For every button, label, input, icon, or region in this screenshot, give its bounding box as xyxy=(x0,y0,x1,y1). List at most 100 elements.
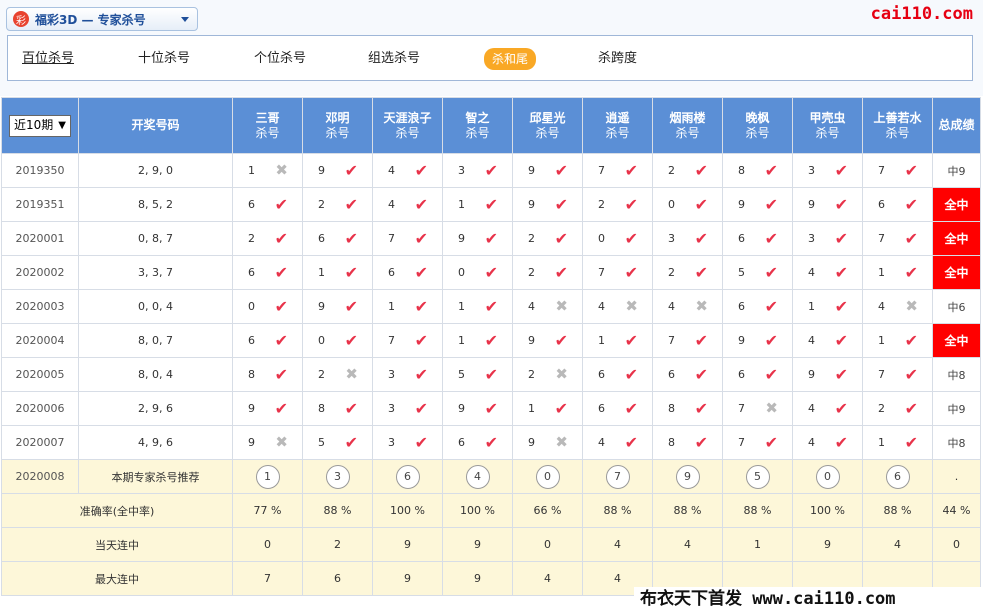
lottery-type-dropdown[interactable]: 彩 福彩3D — 专家杀号 xyxy=(6,7,198,31)
pick-cell: 9 ✔ xyxy=(722,187,793,222)
issue-cell: 2019351 xyxy=(1,187,79,222)
expert-header[interactable]: 上善若水 杀号 xyxy=(862,97,933,154)
winning-number-cell: 8, 5, 2 xyxy=(78,187,233,222)
recommend-cell: 5 xyxy=(722,459,793,494)
pick-cell: 8 ✔ xyxy=(232,357,303,392)
chevron-down-icon xyxy=(181,17,189,22)
tab-tens[interactable]: 十位杀号 xyxy=(138,49,190,69)
recommend-cell: 7 xyxy=(582,459,653,494)
check-icon: ✔ xyxy=(554,161,568,180)
check-icon: ✔ xyxy=(904,161,918,180)
stats-label: 准确率(全中率) xyxy=(1,493,233,528)
expert-sub: 杀号 xyxy=(535,125,560,140)
pick-cell: 2 ✔ xyxy=(862,391,933,426)
pick-cell: 9 ✔ xyxy=(512,153,583,188)
pick-number: 2 xyxy=(318,198,325,211)
expert-header[interactable]: 逍遥 杀号 xyxy=(582,97,653,154)
check-icon: ✔ xyxy=(904,229,918,248)
expert-sub: 杀号 xyxy=(465,125,490,140)
pick-number: 4 xyxy=(808,334,815,347)
pick-number: 6 xyxy=(248,198,255,211)
expert-header[interactable]: 邓明 杀号 xyxy=(302,97,373,154)
tab-hundreds[interactable]: 百位杀号 xyxy=(22,49,74,69)
check-icon: ✔ xyxy=(344,297,358,316)
period-select[interactable]: 近10期 ▼ xyxy=(9,114,71,137)
stats-value: 77 % xyxy=(232,493,303,528)
pick-number: 5 xyxy=(318,436,325,449)
check-icon: ✔ xyxy=(764,195,778,214)
pick-number: 1 xyxy=(458,198,465,211)
issue-cell: 2020008 xyxy=(1,459,79,494)
pick-number: 9 xyxy=(528,334,535,347)
expert-header[interactable]: 烟雨楼 杀号 xyxy=(652,97,723,154)
pick-number: 4 xyxy=(808,436,815,449)
pick-number: 1 xyxy=(458,300,465,313)
site-brand[interactable]: cai110.com xyxy=(871,4,973,24)
pick-cell: 2 ✔ xyxy=(512,221,583,256)
check-icon: ✔ xyxy=(834,331,848,350)
pick-cell: 9 ✖ xyxy=(232,425,303,460)
winning-number-cell: 0, 8, 7 xyxy=(78,221,233,256)
tab-span[interactable]: 杀跨度 xyxy=(598,49,637,69)
pick-number: 0 xyxy=(458,266,465,279)
pick-number: 4 xyxy=(388,164,395,177)
expert-header[interactable]: 晚枫 杀号 xyxy=(722,97,793,154)
table-row: 2020007 4, 9, 6 9 ✖ 5 ✔ 3 ✔ 6 ✔ 9 ✖ 4 ✔ 8 ✔ 7 ✔ 4 ✔ 1 ✔ 中8 xyxy=(1,425,981,460)
pick-cell: 3 ✔ xyxy=(372,391,443,426)
check-icon: ✔ xyxy=(344,161,358,180)
check-icon: ✔ xyxy=(414,297,428,316)
check-icon: ✔ xyxy=(484,161,498,180)
tab-group[interactable]: 组选杀号 xyxy=(368,49,420,69)
pick-cell: 2 ✔ xyxy=(232,221,303,256)
pick-number: 9 xyxy=(738,198,745,211)
expert-sub: 杀号 xyxy=(395,125,420,140)
tab-sum-tail[interactable]: 杀和尾 xyxy=(484,48,537,70)
pick-number: 9 xyxy=(528,436,535,449)
pick-number: 8 xyxy=(668,402,675,415)
expert-name: 逍遥 xyxy=(605,110,630,125)
expert-header[interactable]: 邱星光 杀号 xyxy=(512,97,583,154)
expert-header[interactable]: 天涯浪子 杀号 xyxy=(372,97,443,154)
pick-number: 7 xyxy=(738,436,745,449)
stats-value: 100 % xyxy=(372,493,443,528)
pick-cell: 7 ✔ xyxy=(582,255,653,290)
pick-number: 6 xyxy=(248,334,255,347)
check-icon: ✔ xyxy=(344,229,358,248)
pick-number: 7 xyxy=(738,402,745,415)
stats-value: 4 xyxy=(582,527,653,562)
check-icon: ✔ xyxy=(274,297,288,316)
check-icon: ✔ xyxy=(484,263,498,282)
pick-cell: 9 ✔ xyxy=(442,221,513,256)
check-icon: ✔ xyxy=(624,229,638,248)
expert-header[interactable]: 智之 杀号 xyxy=(442,97,513,154)
check-icon: ✔ xyxy=(834,263,848,282)
pick-cell: 9 ✔ xyxy=(792,187,863,222)
check-icon: ✔ xyxy=(414,263,428,282)
pick-cell: 3 ✔ xyxy=(792,221,863,256)
expert-name: 晚枫 xyxy=(745,110,770,125)
table-row: 2019350 2, 9, 0 1 ✖ 9 ✔ 4 ✔ 3 ✔ 9 ✔ 7 ✔ 2 ✔ 8 ✔ 3 ✔ 7 ✔ 中9 xyxy=(1,153,981,188)
stats-value: 2 xyxy=(302,527,373,562)
pick-number: 2 xyxy=(668,164,675,177)
pick-cell: 0 ✔ xyxy=(442,255,513,290)
stats-value: 100 % xyxy=(792,493,863,528)
check-icon: ✔ xyxy=(904,263,918,282)
pick-number: 0 xyxy=(248,300,255,313)
tab-units[interactable]: 个位杀号 xyxy=(254,49,306,69)
pick-cell: 1 ✔ xyxy=(512,391,583,426)
pick-cell: 4 ✔ xyxy=(372,153,443,188)
pick-number: 7 xyxy=(878,232,885,245)
expert-header[interactable]: 三哥 杀号 xyxy=(232,97,303,154)
pick-number: 6 xyxy=(388,266,395,279)
recommend-number: 6 xyxy=(885,464,910,489)
pick-cell: 4 ✔ xyxy=(792,391,863,426)
stats-value: 88 % xyxy=(582,493,653,528)
pick-number: 9 xyxy=(738,334,745,347)
pick-number: 3 xyxy=(388,368,395,381)
check-icon: ✔ xyxy=(484,365,498,384)
expert-sub: 杀号 xyxy=(605,125,630,140)
winning-header: 开奖号码 xyxy=(78,97,233,154)
pick-number: 9 xyxy=(458,402,465,415)
expert-header[interactable]: 甲壳虫 杀号 xyxy=(792,97,863,154)
expert-name: 三哥 xyxy=(255,110,280,125)
